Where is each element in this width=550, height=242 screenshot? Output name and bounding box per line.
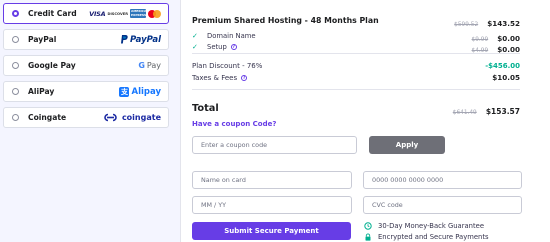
- checkout-panel: Premium Shared Hosting - 48 Months Plan …: [180, 0, 550, 242]
- payment-method-list: Credit Card VISA DISCOVER AMERICAN EXPRE…: [3, 3, 169, 133]
- coupon-link[interactable]: Have a coupon Code?: [192, 120, 276, 128]
- divider: [192, 89, 520, 90]
- guarantee-text: 30-Day Money-Back Guarantee: [378, 222, 485, 230]
- lock-icon: [364, 233, 372, 241]
- money-back-guarantee: 30-Day Money-Back Guarantee: [364, 222, 484, 230]
- payment-method-label: PayPal: [28, 35, 57, 44]
- payment-method-alipay[interactable]: AliPay 支 Alipay: [3, 81, 169, 102]
- secure-payments-note: Encrypted and Secure Payments: [364, 233, 489, 241]
- total-label: Total: [192, 103, 219, 114]
- plan-title: Premium Shared Hosting - 48 Months Plan: [192, 16, 379, 25]
- google-pay-logo: G Pay: [138, 61, 161, 70]
- info-icon[interactable]: ?: [241, 74, 248, 81]
- apply-button[interactable]: Apply: [369, 136, 445, 154]
- expiry-input[interactable]: MM / YY: [192, 196, 352, 214]
- total-old-price: $641.49: [452, 110, 477, 116]
- radio-icon[interactable]: [12, 88, 19, 95]
- submit-payment-button[interactable]: Submit Secure Payment: [192, 222, 351, 240]
- coingate-wordmark: coingate: [121, 113, 161, 122]
- payment-method-label: AliPay: [28, 87, 55, 96]
- info-icon[interactable]: ?: [230, 43, 237, 50]
- taxes-label: Taxes & Fees: [192, 73, 238, 82]
- gpay-wordmark: Pay: [146, 61, 161, 70]
- radio-selected-icon[interactable]: [12, 10, 19, 17]
- discount-row: Plan Discount - 76% -$456.00: [192, 62, 520, 70]
- payment-method-label: Google Pay: [28, 61, 76, 70]
- payment-method-label: Credit Card: [28, 9, 77, 18]
- total-row: Total $641.49 $153.57: [192, 99, 520, 118]
- mastercard-logo: [148, 9, 161, 18]
- alipay-logo: 支 Alipay: [119, 86, 161, 97]
- payment-method-label: Coingate: [28, 113, 67, 122]
- payment-method-credit-card[interactable]: Credit Card VISA DISCOVER AMERICAN EXPRE…: [3, 3, 169, 24]
- discount-label: Plan Discount - 76%: [192, 62, 263, 70]
- coupon-input[interactable]: Enter a coupon code: [192, 136, 357, 154]
- radio-icon[interactable]: [12, 36, 19, 43]
- google-g-icon: G: [138, 61, 145, 70]
- paypal-p-icon: [120, 35, 128, 44]
- paypal-wordmark: PayPal: [129, 34, 161, 45]
- discount-value: -$456.00: [485, 62, 520, 70]
- total-price: $153.57: [485, 107, 520, 116]
- taxes-row: Taxes & Fees ? $10.05: [192, 73, 520, 82]
- coingate-symbol-icon: [104, 113, 117, 122]
- alipay-badge-icon: 支: [119, 86, 130, 97]
- item-label: Setup: [207, 42, 227, 51]
- card-brands-icon: VISA DISCOVER AMERICAN EXPRESS: [89, 8, 161, 20]
- name-on-card-input[interactable]: Name on card: [192, 171, 352, 189]
- payment-method-coingate[interactable]: Coingate coingate: [3, 107, 169, 128]
- taxes-value: $10.05: [492, 73, 520, 82]
- paypal-logo: PayPal: [120, 35, 161, 45]
- payment-method-google-pay[interactable]: Google Pay G Pay: [3, 55, 169, 76]
- guarantee-text: Encrypted and Secure Payments: [378, 233, 489, 241]
- clock-refund-icon: [364, 222, 372, 230]
- payment-method-paypal[interactable]: PayPal PayPal: [3, 29, 169, 50]
- check-icon: ✓: [192, 42, 198, 51]
- radio-icon[interactable]: [12, 62, 19, 69]
- cvc-input[interactable]: CVC code: [363, 196, 522, 214]
- radio-icon[interactable]: [12, 114, 19, 121]
- coingate-logo: coingate: [102, 113, 161, 122]
- divider: [192, 53, 520, 54]
- visa-logo: VISA: [89, 9, 106, 18]
- alipay-wordmark: Alipay: [131, 86, 161, 97]
- card-number-input[interactable]: 0000 0000 0000 0000: [363, 171, 522, 189]
- amex-logo: AMERICAN EXPRESS: [130, 8, 149, 19]
- discover-logo: DISCOVER: [107, 11, 128, 16]
